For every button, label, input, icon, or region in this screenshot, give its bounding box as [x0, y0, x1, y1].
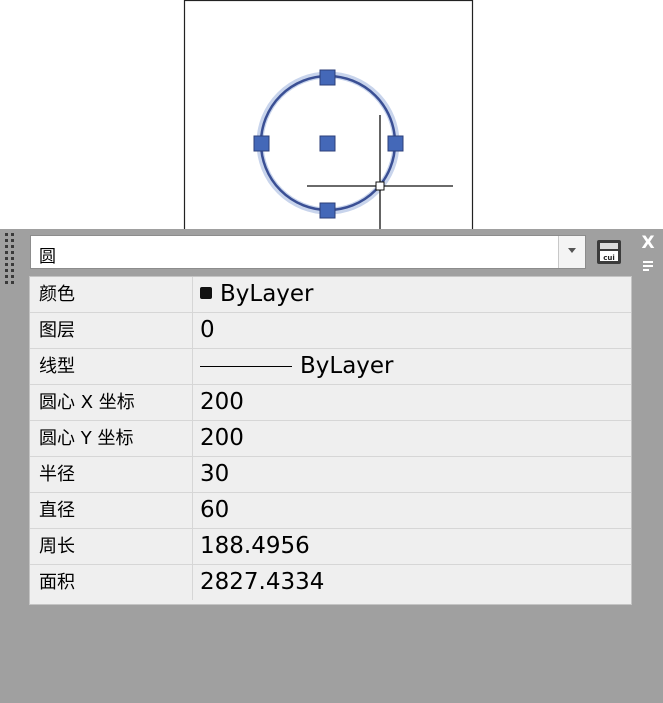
linetype-value-text: ByLayer — [300, 353, 394, 379]
pickbox — [375, 181, 385, 191]
linetype-sample — [200, 366, 292, 367]
properties-palette: 圆 cui X 颜色 ByLayer 图层 0 线型 ByLayer 圆心 X … — [0, 229, 663, 703]
property-value[interactable]: 188.4956 — [200, 529, 310, 564]
grip-top — [319, 69, 336, 86]
property-row-area[interactable]: 面积 2827.4334 — [30, 565, 631, 601]
grip-center — [319, 135, 336, 152]
dropdown-button[interactable] — [558, 236, 585, 268]
drawing-canvas[interactable] — [0, 0, 663, 230]
svg-text:cui: cui — [603, 254, 615, 262]
property-row-diameter[interactable]: 直径 60 — [30, 493, 631, 529]
property-grid: 颜色 ByLayer 图层 0 线型 ByLayer 圆心 X 坐标 200 圆… — [29, 276, 632, 605]
property-value[interactable]: ByLayer — [200, 277, 314, 312]
property-label: 半径 — [30, 457, 193, 492]
viewport-frame — [183, 0, 474, 230]
property-value[interactable]: 0 — [200, 313, 215, 348]
property-row-center-y[interactable]: 圆心 Y 坐标 200 — [30, 421, 631, 457]
color-value-text: ByLayer — [220, 281, 314, 307]
property-value[interactable]: 200 — [200, 421, 244, 456]
property-label: 面积 — [30, 565, 193, 600]
menu-icon[interactable] — [640, 259, 656, 275]
chevron-down-icon — [568, 248, 576, 253]
property-label: 线型 — [30, 349, 193, 384]
object-type-value: 圆 — [39, 247, 56, 267]
property-label: 直径 — [30, 493, 193, 528]
color-swatch-icon — [200, 286, 212, 299]
grip-bottom — [319, 202, 336, 219]
property-row-color[interactable]: 颜色 ByLayer — [30, 277, 631, 313]
property-value[interactable]: ByLayer — [200, 349, 394, 384]
property-row-linetype[interactable]: 线型 ByLayer — [30, 349, 631, 385]
property-row-radius[interactable]: 半径 30 — [30, 457, 631, 493]
property-label: 图层 — [30, 313, 193, 348]
property-label: 圆心 X 坐标 — [30, 385, 193, 420]
property-label: 颜色 — [30, 277, 193, 312]
property-value[interactable]: 2827.4334 — [200, 565, 324, 600]
property-row-center-x[interactable]: 圆心 X 坐标 200 — [30, 385, 631, 421]
property-row-layer[interactable]: 图层 0 — [30, 313, 631, 349]
grip-left — [253, 135, 270, 152]
drawing-svg[interactable] — [0, 0, 663, 230]
cui-icon: cui — [597, 240, 621, 264]
property-value[interactable]: 30 — [200, 457, 229, 492]
property-label: 圆心 Y 坐标 — [30, 421, 193, 456]
object-type-select[interactable]: 圆 — [30, 235, 586, 269]
palette-grip[interactable] — [5, 233, 19, 285]
property-label: 周长 — [30, 529, 193, 564]
property-row-circumference[interactable]: 周长 188.4956 — [30, 529, 631, 565]
cui-button[interactable]: cui — [596, 239, 622, 265]
grip-right — [387, 135, 404, 152]
property-value[interactable]: 60 — [200, 493, 229, 528]
close-icon[interactable]: X — [640, 235, 656, 252]
property-value[interactable]: 200 — [200, 385, 244, 420]
